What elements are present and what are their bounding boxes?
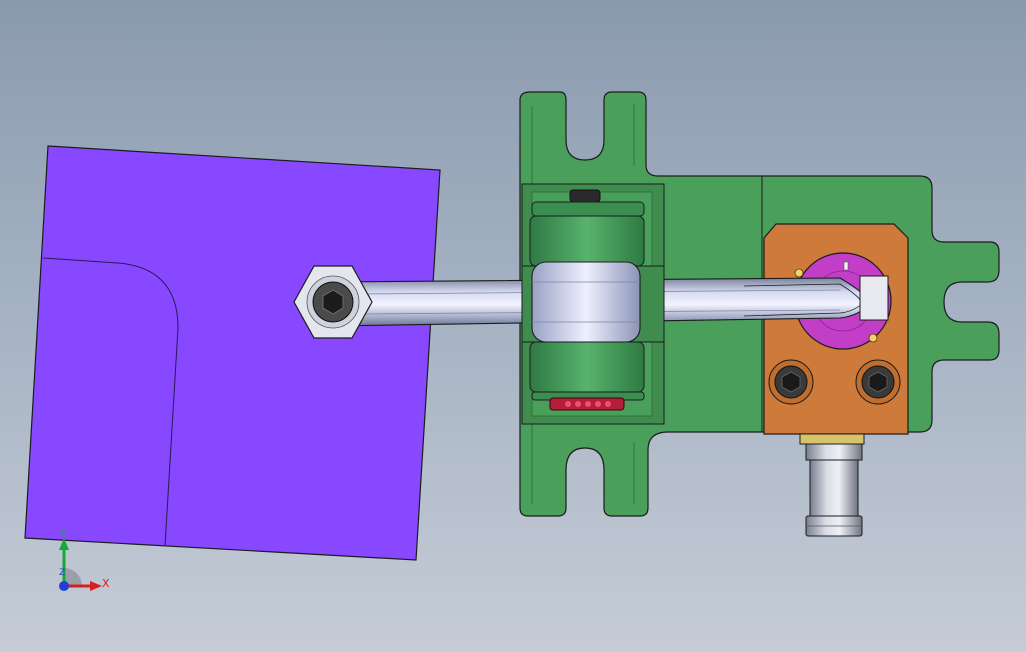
socket-screw-left[interactable] — [768, 359, 814, 405]
workpiece-plate[interactable] — [24, 145, 441, 561]
z-axis-label: Z — [59, 568, 66, 578]
socket-screw-right[interactable] — [855, 359, 901, 405]
pivot-hub[interactable] — [521, 261, 665, 343]
cad-model-view[interactable] — [0, 0, 1026, 652]
y-axis-label: Y — [60, 528, 67, 541]
coordinate-triad — [59, 538, 102, 591]
graphics-viewport[interactable]: X Y Z — [0, 0, 1026, 652]
pneumatic-fitting[interactable] — [799, 433, 865, 537]
mounting-block[interactable] — [763, 223, 909, 435]
z-axis-dot — [59, 581, 69, 591]
x-axis-label: X — [102, 577, 110, 590]
bottom-roller[interactable] — [529, 341, 645, 411]
